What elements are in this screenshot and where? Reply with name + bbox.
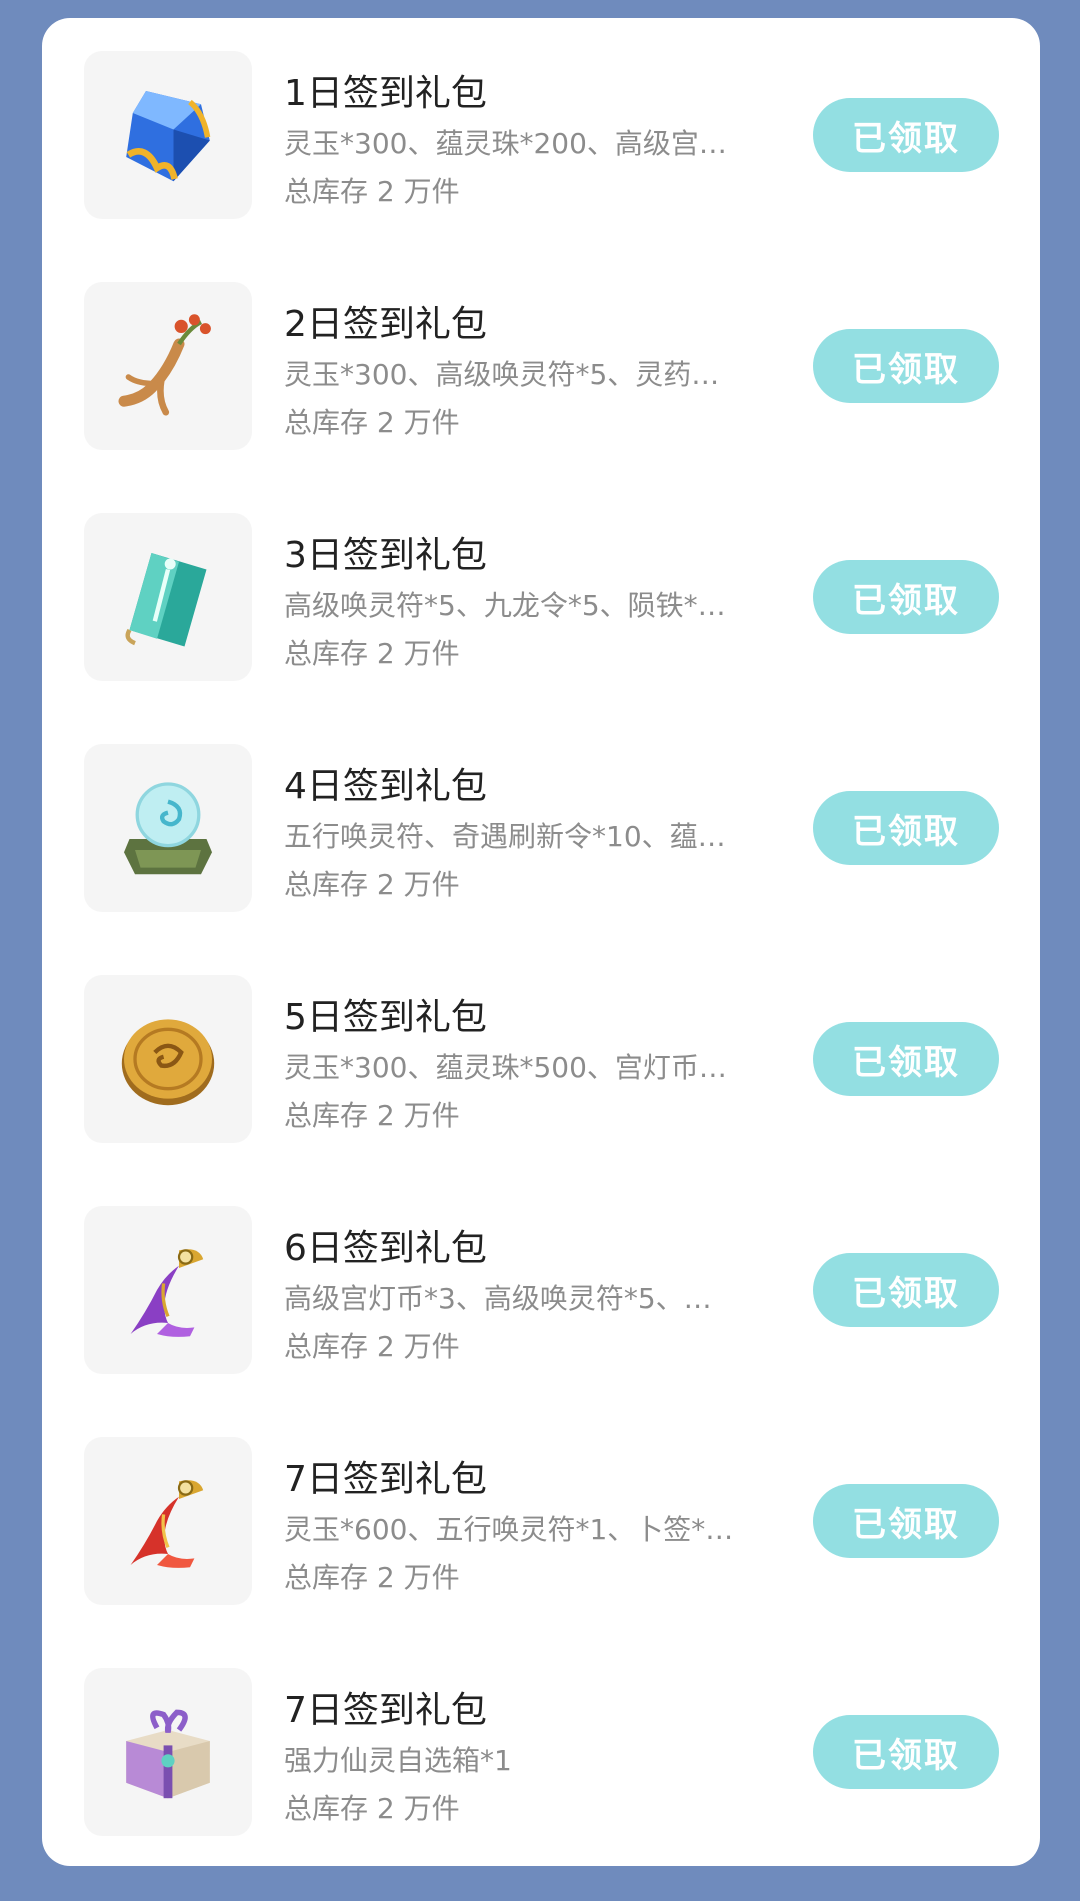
list-item: 7日签到礼包 强力仙灵自选箱*1 总库存 2 万件 已领取	[42, 1635, 1040, 1866]
claimed-button[interactable]: 已领取	[813, 791, 999, 865]
claimed-button[interactable]: 已领取	[813, 98, 999, 172]
package-stock: 总库存 2 万件	[284, 1330, 460, 1363]
item-thumbnail	[84, 1206, 252, 1374]
item-thumbnail	[84, 513, 252, 681]
package-stock: 总库存 2 万件	[284, 637, 460, 670]
list-item: 1日签到礼包 灵玉*300、蕴灵珠*200、高级宫… 总库存 2 万件 已领取	[42, 18, 1040, 249]
package-stock: 总库存 2 万件	[284, 406, 460, 439]
gold-coin-icon	[121, 1019, 215, 1106]
package-title: 7日签到礼包	[284, 1459, 487, 1500]
item-thumbnail	[84, 282, 252, 450]
talisman-scroll-icon	[125, 553, 207, 647]
package-contents: 灵玉*300、高级唤灵符*5、灵药…	[284, 358, 720, 391]
claimed-button[interactable]: 已领取	[813, 560, 999, 634]
package-contents: 高级宫灯币*3、高级唤灵符*5、…	[284, 1282, 712, 1315]
item-thumbnail	[84, 1437, 252, 1605]
package-contents: 高级唤灵符*5、九龙令*5、陨铁*…	[284, 589, 726, 622]
item-thumbnail	[84, 1668, 252, 1836]
ginseng-root-icon	[118, 314, 211, 416]
package-stock: 总库存 2 万件	[284, 868, 460, 901]
package-contents: 灵玉*300、蕴灵珠*500、宫灯币…	[284, 1051, 727, 1084]
blue-gem-icon	[126, 91, 211, 182]
list-item: 2日签到礼包 灵玉*300、高级唤灵符*5、灵药… 总库存 2 万件 已领取	[42, 249, 1040, 480]
package-contents: 灵玉*300、蕴灵珠*200、高级宫…	[284, 127, 727, 160]
claimed-button[interactable]: 已领取	[813, 1022, 999, 1096]
package-contents: 强力仙灵自选箱*1	[284, 1744, 512, 1777]
list-item: 3日签到礼包 高级唤灵符*5、九龙令*5、陨铁*… 总库存 2 万件 已领取	[42, 480, 1040, 711]
package-title: 2日签到礼包	[284, 304, 487, 345]
package-title: 4日签到礼包	[284, 766, 487, 807]
package-title: 7日签到礼包	[284, 1690, 487, 1731]
gift-box-icon	[126, 1709, 210, 1799]
package-contents: 灵玉*600、五行唤灵符*1、卜签*…	[284, 1513, 734, 1546]
claimed-button[interactable]: 已领取	[813, 1253, 999, 1327]
package-stock: 总库存 2 万件	[284, 175, 460, 208]
list-item: 6日签到礼包 高级宫灯币*3、高级唤灵符*5、… 总库存 2 万件 已领取	[42, 1173, 1040, 1404]
package-stock: 总库存 2 万件	[284, 1792, 460, 1825]
red-scroll-icon	[130, 1480, 204, 1568]
purple-scroll-icon	[130, 1249, 204, 1337]
package-stock: 总库存 2 万件	[284, 1099, 460, 1132]
package-title: 5日签到礼包	[284, 997, 487, 1038]
claimed-button[interactable]: 已领取	[813, 329, 999, 403]
claimed-button[interactable]: 已领取	[813, 1715, 999, 1789]
list-item: 7日签到礼包 灵玉*600、五行唤灵符*1、卜签*… 总库存 2 万件 已领取	[42, 1404, 1040, 1635]
package-title: 6日签到礼包	[284, 1228, 487, 1269]
crystal-orb-icon	[124, 782, 212, 875]
item-thumbnail	[84, 744, 252, 912]
item-thumbnail	[84, 975, 252, 1143]
package-title: 1日签到礼包	[284, 73, 487, 114]
claimed-button[interactable]: 已领取	[813, 1484, 999, 1558]
list-item: 5日签到礼包 灵玉*300、蕴灵珠*500、宫灯币… 总库存 2 万件 已领取	[42, 942, 1040, 1173]
gift-package-list: 1日签到礼包 灵玉*300、蕴灵珠*200、高级宫… 总库存 2 万件 已领取 …	[42, 18, 1040, 1866]
package-contents: 五行唤灵符、奇遇刷新令*10、蕴…	[284, 820, 726, 853]
package-title: 3日签到礼包	[284, 535, 487, 576]
package-stock: 总库存 2 万件	[284, 1561, 460, 1594]
item-thumbnail	[84, 51, 252, 219]
list-item: 4日签到礼包 五行唤灵符、奇遇刷新令*10、蕴… 总库存 2 万件 已领取	[42, 711, 1040, 942]
